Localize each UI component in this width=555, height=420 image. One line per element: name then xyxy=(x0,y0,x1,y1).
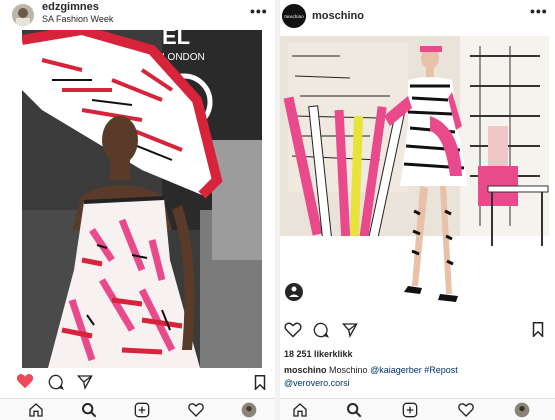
avatar[interactable]: moschino xyxy=(282,4,306,28)
new-post-icon[interactable] xyxy=(134,402,150,418)
share-icon[interactable] xyxy=(342,322,358,338)
more-options-icon[interactable]: ••• xyxy=(250,3,268,19)
post-photo[interactable] xyxy=(280,36,549,312)
caption-mention-credit[interactable]: @verovero.corsi xyxy=(284,378,350,388)
caption-username[interactable]: moschino xyxy=(284,365,327,375)
caption-mention[interactable]: @kaiagerber xyxy=(370,365,422,375)
tab-bar xyxy=(0,398,275,420)
username[interactable]: edzgimnes xyxy=(42,1,99,13)
post-header: edzgimnes SA Fashion Week ••• xyxy=(0,0,275,28)
search-icon[interactable] xyxy=(346,402,362,418)
username[interactable]: moschino xyxy=(312,10,364,22)
bookmark-icon[interactable] xyxy=(254,375,266,390)
profile-icon[interactable] xyxy=(514,402,530,418)
runway-photo-left: EL LONDON xyxy=(22,30,262,368)
new-post-icon[interactable] xyxy=(402,402,418,418)
like-count[interactable]: 18 251 likerklikk xyxy=(284,349,353,359)
comment-icon[interactable] xyxy=(313,322,329,338)
avatar-text: moschino xyxy=(284,15,304,20)
caption-text: Moschino xyxy=(329,365,368,375)
left-post: edzgimnes SA Fashion Week ••• EL LONDON xyxy=(0,0,275,420)
home-icon[interactable] xyxy=(28,402,44,418)
runway-photo-right xyxy=(280,36,549,312)
avatar[interactable] xyxy=(12,4,34,26)
comment-icon[interactable] xyxy=(48,374,64,390)
share-icon[interactable] xyxy=(77,374,93,390)
activity-icon[interactable] xyxy=(458,402,474,418)
caption-hashtag[interactable]: #Repost xyxy=(424,365,458,375)
location[interactable]: SA Fashion Week xyxy=(42,14,113,24)
heart-icon[interactable] xyxy=(284,322,302,338)
tagged-users-icon xyxy=(285,283,303,301)
backdrop-text: EL xyxy=(162,30,190,49)
activity-icon[interactable] xyxy=(188,402,204,418)
post-photo[interactable]: EL LONDON xyxy=(22,30,262,368)
home-icon[interactable] xyxy=(292,402,308,418)
more-options-icon[interactable]: ••• xyxy=(530,3,548,19)
tab-bar xyxy=(280,398,555,420)
bookmark-icon[interactable] xyxy=(532,322,544,337)
post-header: moschino moschino ••• xyxy=(280,0,555,28)
right-post: moschino moschino ••• 18 251 likerklikk … xyxy=(280,0,555,420)
caption: moschino Moschino @kaiagerber #Repost @v… xyxy=(284,364,549,390)
heart-icon[interactable] xyxy=(16,373,34,389)
profile-icon[interactable] xyxy=(241,402,257,418)
search-icon[interactable] xyxy=(81,402,97,418)
